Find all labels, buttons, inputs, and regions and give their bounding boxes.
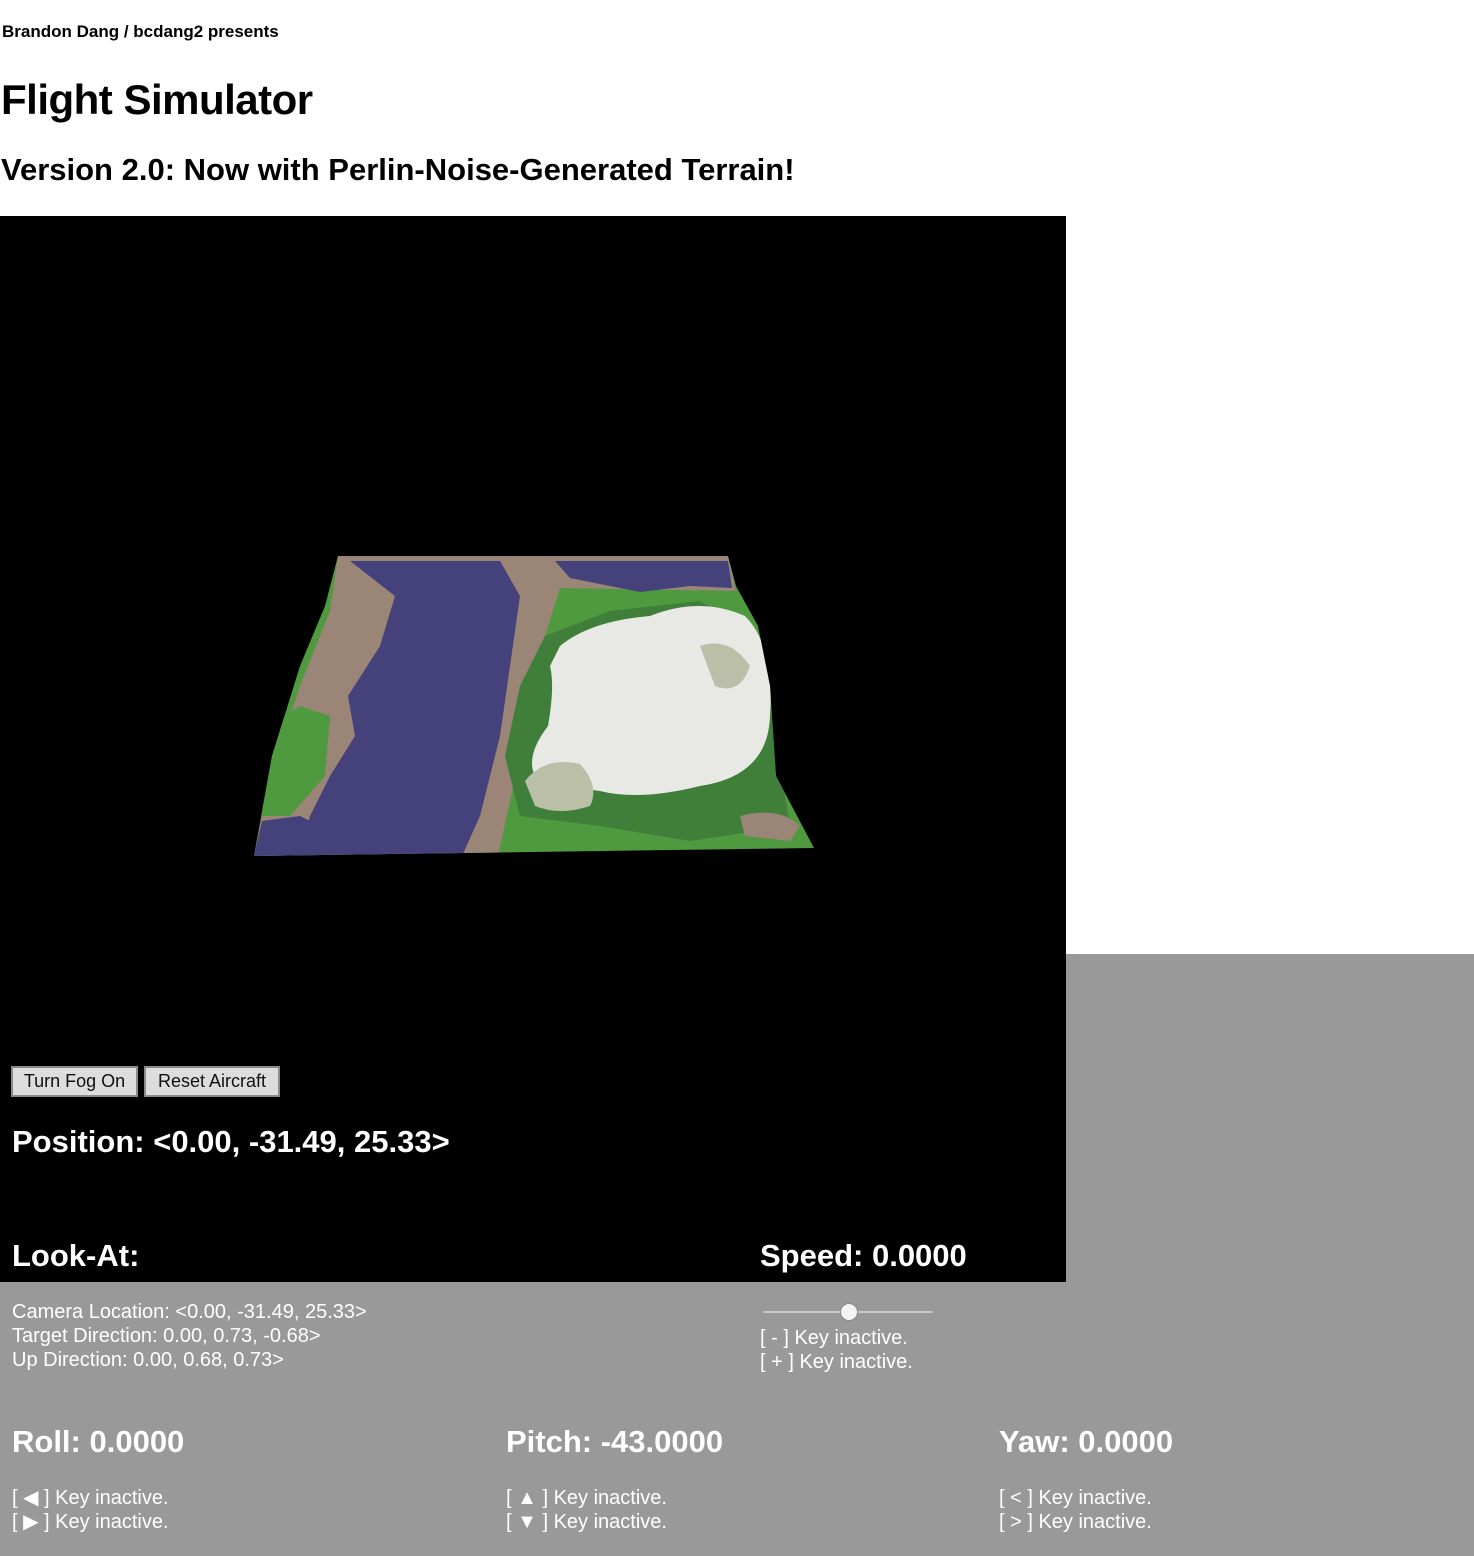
up-direction-text: Up Direction: 0.00, 0.68, 0.73>: [12, 1349, 284, 1371]
instructions-text: Use the arrow keys to control the roll a…: [12, 996, 1072, 1044]
page-subtitle: Version 2.0: Now with Perlin-Noise-Gener…: [1, 152, 795, 187]
instructions-line-1: Use the arrow keys to control the roll a…: [12, 997, 926, 1019]
yaw-right-key-status: [ > ] Key inactive.: [999, 1511, 1152, 1533]
speed-slider[interactable]: [762, 1303, 934, 1321]
roll-left-key-status: [ ◀ ] Key inactive.: [12, 1487, 169, 1509]
pitch-heading: Pitch: -43.0000: [506, 1424, 724, 1459]
roll-right-key-status: [ ▶ ] Key inactive.: [12, 1511, 169, 1533]
speed-plus-key-status: [ + ] Key inactive.: [760, 1351, 913, 1373]
pitch-up-key-status: [ ▲ ] Key inactive.: [506, 1487, 667, 1509]
author-credit: Brandon Dang / bcdang2 presents: [2, 22, 279, 41]
webgl-canvas[interactable]: [0, 216, 1066, 1282]
position-readout: Position: <0.00, -31.49, 25.33>: [12, 1124, 450, 1159]
target-direction-text: Target Direction: 0.00, 0.73, -0.68>: [12, 1325, 321, 1347]
page-title: Flight Simulator: [1, 76, 313, 123]
terrain-water-corner: [254, 816, 320, 856]
instructions-line-2: can toggle the display of fog and reset …: [12, 1021, 820, 1043]
reset-aircraft-button[interactable]: Reset Aircraft: [144, 1066, 280, 1097]
pitch-down-key-status: [ ▼ ] Key inactive.: [506, 1511, 667, 1533]
camera-location-text: Camera Location: <0.00, -31.49, 25.33>: [12, 1301, 367, 1323]
speed-slider-thumb[interactable]: [840, 1303, 858, 1321]
yaw-left-key-status: [ < ] Key inactive.: [999, 1487, 1152, 1509]
roll-heading: Roll: 0.0000: [12, 1424, 185, 1459]
terrain-render: [254, 556, 814, 856]
speed-minus-key-status: [ - ] Key inactive.: [760, 1327, 908, 1349]
look-at-heading: Look-At:: [12, 1238, 140, 1273]
yaw-heading: Yaw: 0.0000: [999, 1424, 1174, 1459]
speed-heading: Speed: 0.0000: [760, 1238, 967, 1273]
turn-fog-on-button[interactable]: Turn Fog On: [11, 1066, 138, 1097]
